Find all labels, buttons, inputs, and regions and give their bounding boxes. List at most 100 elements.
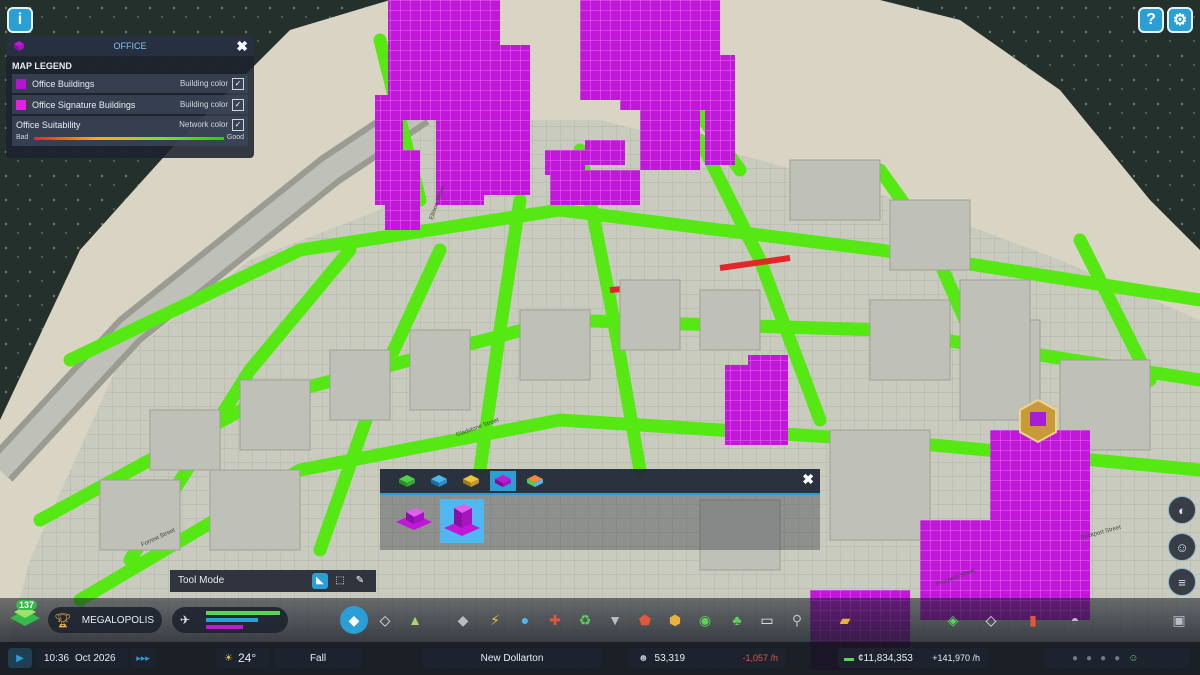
legend-item-label: Office Suitability — [16, 120, 81, 130]
help-button[interactable]: ? — [1138, 7, 1164, 33]
city-name-display[interactable]: New Dollarton — [422, 648, 602, 668]
weather-display: ☀ 24° — [216, 648, 270, 668]
health-tool-button[interactable]: ✚ — [544, 609, 566, 631]
population-display[interactable]: ☻ 53,319 -1,057 /h — [628, 648, 786, 668]
legend-item-office-suitability[interactable]: Office Suitability Network color ✓ Bad G… — [12, 116, 248, 146]
tab-zone-mixed[interactable] — [522, 471, 548, 491]
shovel-icon: ⚲ — [791, 611, 803, 628]
city-name-text: New Dollarton — [480, 652, 544, 664]
fast-forward-icon: ▸▸▸ — [136, 652, 150, 663]
road-icon: ◆ — [457, 611, 469, 628]
sun-icon: ☀ — [224, 652, 233, 664]
recycle-icon: ♻ — [578, 611, 592, 628]
city-rocket-icon: ✈ — [180, 613, 191, 627]
progress-bars — [206, 611, 280, 629]
citizen-button[interactable]: ☺ — [1168, 533, 1196, 561]
zoning-icon: ◆ — [348, 611, 360, 628]
tab-zone-office[interactable] — [490, 471, 516, 491]
play-button[interactable]: ▶ — [8, 648, 32, 668]
graduation-cap-icon: ▼ — [608, 612, 622, 628]
money-display[interactable]: ▬ ¢11,834,353 +141,970 /h — [838, 648, 988, 668]
milestone-pill[interactable]: 🏆︎ MEGALOPOLIS — [48, 607, 162, 633]
map-icon: ◇ — [985, 611, 997, 628]
legend-header: OFFICE ✖ — [6, 36, 254, 56]
landscaping-tool-button[interactable]: ▲ — [404, 609, 426, 631]
tab-zone-residential[interactable] — [394, 471, 420, 491]
water-drop-icon: ● — [520, 612, 530, 628]
legend-item-mode: Building color — [179, 79, 228, 88]
roads-tool-button[interactable]: ◆ — [452, 609, 474, 631]
marquee-tool-button[interactable]: ⬚ — [332, 573, 348, 589]
police-tool-button[interactable]: ⬢ — [664, 609, 686, 631]
health-icon: ✚ — [549, 611, 561, 628]
office-zone-icon — [14, 41, 24, 51]
map-tool-button[interactable]: ◇ — [980, 609, 1002, 631]
legend-item-label: Office Buildings — [32, 78, 95, 89]
fill-tool-button[interactable]: ◣ — [312, 573, 328, 589]
landscape-icon: ▲ — [408, 612, 422, 628]
legend-item-office-buildings[interactable]: Office Buildings Building color ✓ — [12, 74, 248, 93]
economy-tool-button[interactable]: ◈ — [942, 609, 964, 631]
city-progress-pill[interactable]: ✈ — [172, 607, 288, 633]
legend-swatch — [16, 99, 26, 110]
speech-bubble-icon: ▭ — [760, 611, 774, 628]
legend-checkbox[interactable]: ✓ — [232, 98, 244, 111]
person-icon: ☺ — [1175, 539, 1189, 555]
communications-tool-button[interactable]: ▭ — [756, 609, 778, 631]
settings-button[interactable]: ⚙ — [1167, 7, 1193, 33]
chirper-button[interactable]: ≡ — [1168, 568, 1196, 596]
help-icon: ? — [1146, 11, 1156, 28]
indicator-icon: ● — [1086, 652, 1093, 664]
milestone-level-badge[interactable]: 137 — [10, 600, 40, 630]
lightning-icon: ⚡︎ — [490, 611, 500, 628]
zoning-tool-button[interactable]: ◆ — [340, 606, 368, 634]
commercial-zone-icon — [431, 475, 447, 487]
tab-zone-industrial[interactable] — [458, 471, 484, 491]
population-icon: ☻ — [638, 652, 649, 664]
education-tool-button[interactable]: ▼ — [604, 609, 626, 631]
legend-item-office-signature[interactable]: Office Signature Buildings Building colo… — [12, 95, 248, 114]
office-low-density-option[interactable] — [392, 499, 436, 543]
gradient-bad-label: Bad — [16, 134, 29, 141]
bulldoze-tool-button[interactable]: ◓ — [1064, 609, 1086, 631]
zoning-tool-panel: ✖ — [380, 469, 820, 550]
landmarks-tool-button[interactable]: ⚲ — [786, 609, 808, 631]
camera-mode-button[interactable]: ◐ — [1168, 496, 1196, 524]
photo-mode-button[interactable]: ▣ — [1168, 609, 1190, 631]
signature-tool-button[interactable]: ▰ — [834, 609, 856, 631]
info-icon: i — [17, 11, 23, 28]
legend-checkbox[interactable]: ✓ — [232, 119, 244, 131]
milestone-level: 137 — [16, 600, 38, 610]
tool-mode-label: Tool Mode — [178, 575, 225, 586]
indicator-icon: ● — [1114, 652, 1121, 664]
close-icon[interactable]: ✖ — [802, 471, 814, 488]
play-icon: ▶ — [16, 652, 24, 664]
bulldozer-icon: ▰ — [839, 611, 851, 628]
date-time-display: 10:36 Oct 2026 — [36, 648, 128, 668]
transport-tool-button[interactable]: ◉ — [694, 609, 716, 631]
bar-chart-icon: ▮ — [1029, 611, 1037, 628]
tab-zone-commercial[interactable] — [426, 471, 452, 491]
money-text: ¢11,834,353 — [858, 652, 913, 664]
speed-button[interactable]: ▸▸▸ — [130, 648, 156, 668]
happiness-indicators[interactable]: ● ● ● ● ☺ — [1044, 648, 1190, 668]
areas-tool-button[interactable]: ◇ — [374, 609, 396, 631]
paint-tool-button[interactable]: ✎ — [352, 573, 368, 589]
parks-tool-button[interactable]: ♣ — [726, 609, 748, 631]
garbage-tool-button[interactable]: ♻ — [574, 609, 596, 631]
tool-mode-bar: Tool Mode ◣ ⬚ ✎ — [170, 570, 376, 592]
milestone-name: MEGALOPOLIS — [81, 614, 155, 626]
fire-tool-button[interactable]: ⬟ — [634, 609, 656, 631]
electricity-tool-button[interactable]: ⚡︎ — [484, 609, 506, 631]
population-text: 53,319 — [654, 652, 686, 664]
office-high-density-option[interactable] — [440, 499, 484, 543]
legend-checkbox[interactable]: ✓ — [232, 77, 244, 90]
time-text: 10:36 — [44, 652, 70, 664]
statistics-tool-button[interactable]: ▮ — [1022, 609, 1044, 631]
close-icon[interactable]: ✖ — [236, 38, 248, 55]
water-tool-button[interactable]: ● — [514, 609, 536, 631]
money-change: +141,970 /h — [932, 653, 980, 663]
marquee-icon: ⬚ — [335, 575, 345, 586]
office-zone-icon — [495, 475, 511, 487]
info-button[interactable]: i — [7, 7, 33, 33]
